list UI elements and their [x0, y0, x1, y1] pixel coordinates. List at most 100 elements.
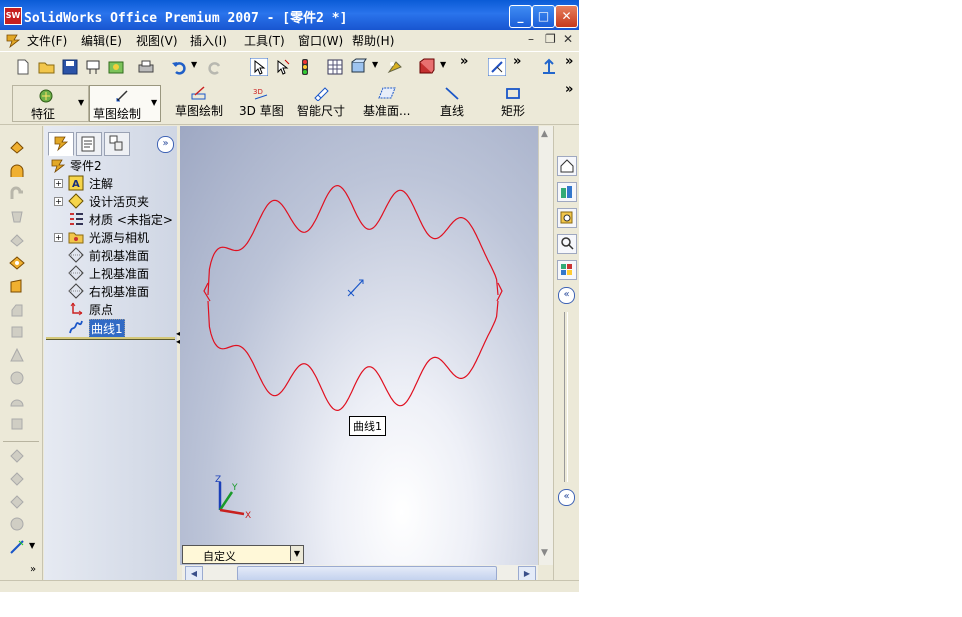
task-pane-library-tab[interactable] [557, 208, 577, 228]
save-icon[interactable] [61, 58, 79, 76]
scroll-right-icon[interactable]: ▶ [518, 566, 536, 581]
scroll-down-icon[interactable]: ▼ [541, 548, 548, 558]
dome-icon[interactable] [9, 393, 25, 409]
toolbar-overflow-3-icon[interactable]: » [565, 54, 573, 69]
open-icon[interactable] [38, 58, 56, 76]
draft-icon[interactable] [9, 370, 25, 386]
tab-propertymanager[interactable] [76, 132, 102, 156]
menu-insert[interactable]: 插入(I) [190, 32, 227, 49]
task-pane-collapse-button-2[interactable]: « [558, 489, 575, 506]
task-pane-palette-tab[interactable] [557, 260, 577, 280]
command-rectangle[interactable]: 矩形 [501, 86, 525, 119]
maximize-button[interactable]: □ [532, 5, 555, 28]
document-minimize-button[interactable]: – [528, 32, 534, 46]
view-orientation-dropdown-icon[interactable]: ▼ [372, 60, 378, 69]
tab-configurationmanager[interactable] [104, 132, 130, 156]
command-smart-dimension[interactable]: 智能尺寸 [297, 86, 345, 119]
command-line[interactable]: 直线 [440, 86, 464, 119]
print-preview-icon[interactable] [84, 58, 102, 76]
grid-icon[interactable] [326, 58, 344, 76]
hide-show-icon[interactable] [488, 58, 506, 76]
task-pane-home-tab[interactable] [557, 156, 577, 176]
circular-pattern-icon[interactable] [9, 471, 25, 487]
commandmanager-overflow-icon[interactable]: » [565, 82, 573, 97]
lights-icon[interactable] [386, 58, 404, 76]
rollback-bar[interactable] [46, 337, 175, 340]
expand-icon[interactable]: + [54, 233, 63, 242]
command-3d-sketch[interactable]: 3D 3D 草图 [239, 86, 284, 119]
features-tab[interactable]: 特征 ▼ [12, 85, 89, 122]
reference-geometry-icon[interactable] [9, 539, 25, 555]
menu-help[interactable]: 帮助(H) [352, 32, 394, 49]
rebuild-icon[interactable] [296, 58, 314, 76]
scroll-up-icon[interactable]: ▲ [541, 129, 548, 139]
toolbar-overflow-icon[interactable]: » [460, 54, 468, 69]
curve-lower-segment[interactable] [207, 300, 499, 412]
undo-dropdown-icon[interactable]: ▼ [191, 60, 197, 69]
menu-file[interactable]: 文件(F) [27, 32, 67, 49]
solidworks-menu-icon[interactable] [5, 32, 21, 48]
curve-icon [69, 320, 83, 334]
expand-icon[interactable]: + [54, 179, 63, 188]
rib-icon[interactable] [9, 347, 25, 363]
toolbar-overflow-2-icon[interactable]: » [513, 54, 521, 69]
task-pane-collapse-button[interactable]: « [558, 287, 575, 304]
expand-icon[interactable]: + [54, 197, 63, 206]
configuration-dropdown-icon[interactable]: ▼ [290, 546, 303, 561]
display-style-icon[interactable] [418, 58, 436, 76]
minimize-button[interactable]: _ [509, 5, 532, 28]
chamfer-icon[interactable] [9, 302, 25, 318]
curve-driven-pattern-icon[interactable] [9, 516, 25, 532]
undo-icon[interactable] [170, 58, 188, 76]
title-bar[interactable]: SW SolidWorks Office Premium 2007 - [零件2… [0, 0, 579, 30]
select-icon[interactable] [250, 58, 268, 76]
tab-featuremanager[interactable] [48, 132, 74, 156]
menu-tools[interactable]: 工具(T) [244, 32, 285, 49]
reference-geometry-dropdown-icon[interactable]: ▼ [29, 541, 35, 550]
solidworks-logo-icon[interactable]: SW [4, 7, 22, 25]
options-icon[interactable] [107, 58, 125, 76]
command-plane[interactable]: 基准面... [363, 86, 410, 119]
scroll-thumb[interactable] [237, 566, 497, 581]
fillet-icon[interactable] [9, 278, 25, 294]
linear-pattern-icon[interactable] [9, 448, 25, 464]
task-pane-search-tab[interactable] [557, 234, 577, 254]
featuremanager-expand-button[interactable]: » [157, 136, 174, 153]
menu-view[interactable]: 视图(V) [136, 32, 178, 49]
extruded-cut-icon[interactable] [9, 232, 25, 248]
graphics-area[interactable]: 曲线1 Z Y X [180, 126, 538, 565]
revolved-boss-icon[interactable] [9, 163, 25, 179]
scroll-left-icon[interactable]: ◀ [185, 566, 203, 581]
print-icon[interactable] [137, 58, 155, 76]
hole-wizard-icon[interactable] [9, 255, 25, 271]
new-icon[interactable] [14, 58, 32, 76]
redo-icon[interactable] [206, 58, 224, 76]
view-orientation-icon[interactable] [350, 58, 368, 76]
menu-window[interactable]: 窗口(W) [298, 32, 343, 49]
configuration-select[interactable]: 自定义 ▼ [182, 545, 304, 564]
document-close-button[interactable]: ✕ [563, 32, 573, 46]
close-button[interactable]: ✕ [555, 5, 578, 28]
features-dropdown-icon[interactable]: ▼ [78, 98, 84, 107]
extruded-boss-icon[interactable] [9, 139, 25, 155]
lofted-boss-icon[interactable] [9, 209, 25, 225]
featuremanager-panel: » 零件2 + A 注解 + 设计活页夹 材质 <未指定> + 光源与相机 前视… [44, 126, 177, 580]
command-sketch-label: 草图绘制 [175, 104, 224, 118]
select-other-icon[interactable] [273, 58, 291, 76]
command-sketch[interactable]: 草图绘制 [175, 86, 223, 119]
task-pane-splitter[interactable] [564, 312, 568, 482]
swept-boss-icon[interactable] [9, 186, 25, 202]
display-style-dropdown-icon[interactable]: ▼ [440, 60, 446, 69]
horizontal-scrollbar[interactable]: ◀ ▶ [182, 565, 538, 581]
document-restore-button[interactable]: ❐ [545, 32, 556, 46]
wrap-icon[interactable] [9, 416, 25, 432]
menu-edit[interactable]: 编辑(E) [81, 32, 122, 49]
task-pane-resources-tab[interactable] [557, 182, 577, 202]
mirror-icon[interactable] [9, 494, 25, 510]
leftbar-more-icon[interactable]: » [30, 564, 36, 575]
normal-to-icon[interactable] [540, 58, 558, 76]
shell-icon[interactable] [9, 324, 25, 340]
sketch-tab[interactable]: 草图绘制 ▼ [89, 85, 161, 122]
vertical-scrollbar[interactable]: ▲ ▼ [538, 126, 553, 565]
sketch-dropdown-icon[interactable]: ▼ [151, 98, 157, 107]
